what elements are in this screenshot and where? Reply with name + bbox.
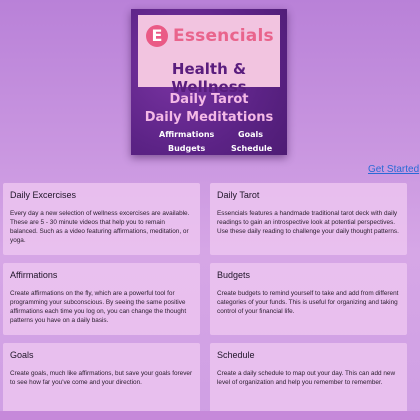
card-goals: Goals Create goals, much like affirmatio… bbox=[3, 343, 200, 415]
card-body: Create budgets to remind yourself to tak… bbox=[217, 290, 399, 316]
tagline: Health & Wellness bbox=[171, 60, 247, 96]
card-title: Budgets bbox=[217, 270, 251, 280]
card-affirmations: Affirmations Create affirmations on the … bbox=[3, 263, 200, 335]
card-body: Essencials features a handmade tradition… bbox=[217, 210, 399, 236]
card-body: Create affirmations on the fly, which ar… bbox=[10, 290, 187, 325]
feature-schedule: Schedule bbox=[231, 144, 273, 153]
card-budgets: Budgets Create budgets to remind yoursel… bbox=[210, 263, 407, 335]
card-daily-tarot: Daily Tarot Essencials features a handma… bbox=[210, 183, 407, 255]
card-title: Daily Tarot bbox=[217, 190, 260, 200]
feature-budgets: Budgets bbox=[168, 144, 206, 153]
brand-name: Essencials bbox=[173, 26, 274, 46]
card-daily-excercises: Daily Excercises Every day a new selecti… bbox=[3, 183, 200, 255]
hero-brand-panel: E Essencials Health & Wellness bbox=[138, 15, 280, 96]
feature-goals: Goals bbox=[238, 130, 263, 139]
card-body: Create goals, much like affirmations, bu… bbox=[10, 370, 193, 387]
card-title: Affirmations bbox=[10, 270, 58, 280]
feature-affirmations: Affirmations bbox=[159, 130, 215, 139]
card-schedule: Schedule Create a daily schedule to map … bbox=[210, 343, 407, 415]
logo-icon: E bbox=[146, 25, 168, 47]
get-started-link[interactable]: Get Started bbox=[368, 164, 419, 175]
feature-daily-tarot: Daily Tarot bbox=[169, 92, 249, 107]
feature-daily-meditations: Daily Meditations bbox=[144, 110, 274, 125]
card-body: Every day a new selection of wellness ex… bbox=[10, 210, 190, 245]
card-title: Daily Excercises bbox=[10, 190, 77, 200]
footer-strip bbox=[0, 411, 420, 420]
hero-banner: E Essencials Health & Wellness Daily Tar… bbox=[131, 9, 287, 155]
card-body: Create a daily schedule to map out your … bbox=[217, 370, 396, 387]
card-title: Schedule bbox=[217, 350, 255, 360]
card-title: Goals bbox=[10, 350, 34, 360]
